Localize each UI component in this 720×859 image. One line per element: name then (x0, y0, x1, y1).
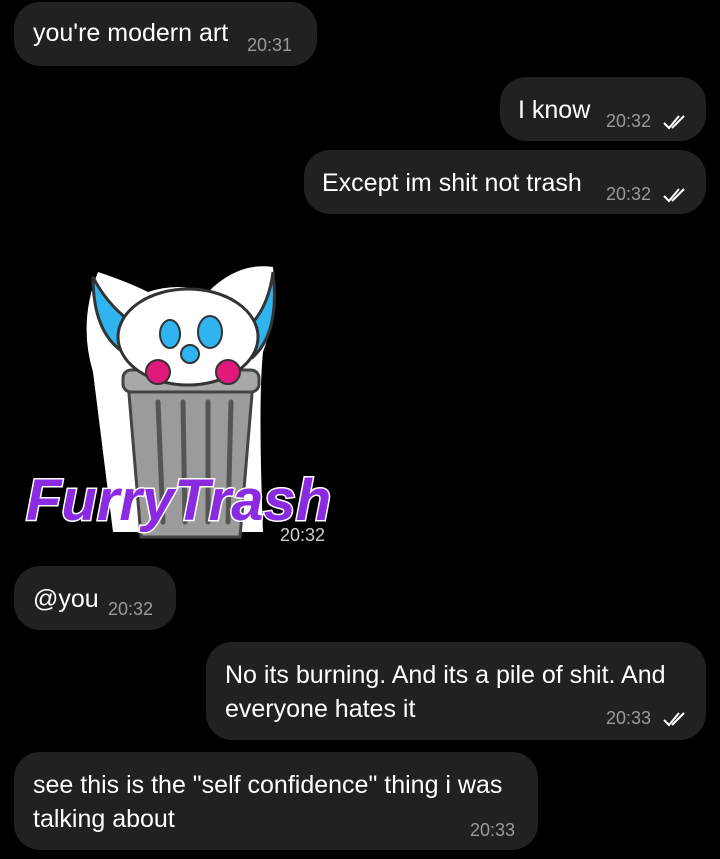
message-text: @you (33, 585, 99, 613)
message-time: 20:31 (247, 35, 293, 55)
message-time: 20:32 (108, 599, 154, 619)
message-bubble-incoming[interactable]: @you 20:32 (14, 566, 176, 630)
message-text: you're modern art (33, 19, 229, 47)
message-bubble-incoming[interactable]: see this is the "self confidence" thing … (14, 752, 538, 850)
double-check-icon (663, 188, 685, 203)
message-text: I know (518, 96, 591, 124)
double-check-icon (663, 115, 685, 130)
message-time: 20:33 (606, 708, 652, 728)
message-bubble-outgoing[interactable]: No its burning. And its a pile of shit. … (206, 642, 706, 740)
message-text: see this is the "self confidence" thing … (33, 771, 510, 833)
message-bubble-outgoing[interactable]: I know 20:32 (500, 77, 706, 141)
message-text: Except im shit not trash (322, 169, 582, 197)
message-time-row: 20:33 (606, 708, 690, 729)
message-time-row: 20:32 (606, 184, 690, 205)
double-check-icon (663, 712, 685, 727)
message-time: 20:32 (606, 111, 652, 131)
furry-trash-sticker-image: FurryTrash (25, 266, 333, 539)
message-time: 20:33 (470, 820, 516, 840)
sticker-message[interactable]: FurryTrash (18, 252, 338, 552)
message-bubble-outgoing[interactable]: Except im shit not trash 20:32 (304, 150, 706, 214)
sticker-time: 20:32 (280, 525, 326, 545)
message-bubble-incoming[interactable]: you're modern art 20:31 (14, 2, 317, 66)
message-time-row: 20:32 (606, 111, 690, 132)
message-time: 20:32 (606, 184, 652, 204)
sticker-logo-text: FurryTrash (26, 468, 331, 533)
